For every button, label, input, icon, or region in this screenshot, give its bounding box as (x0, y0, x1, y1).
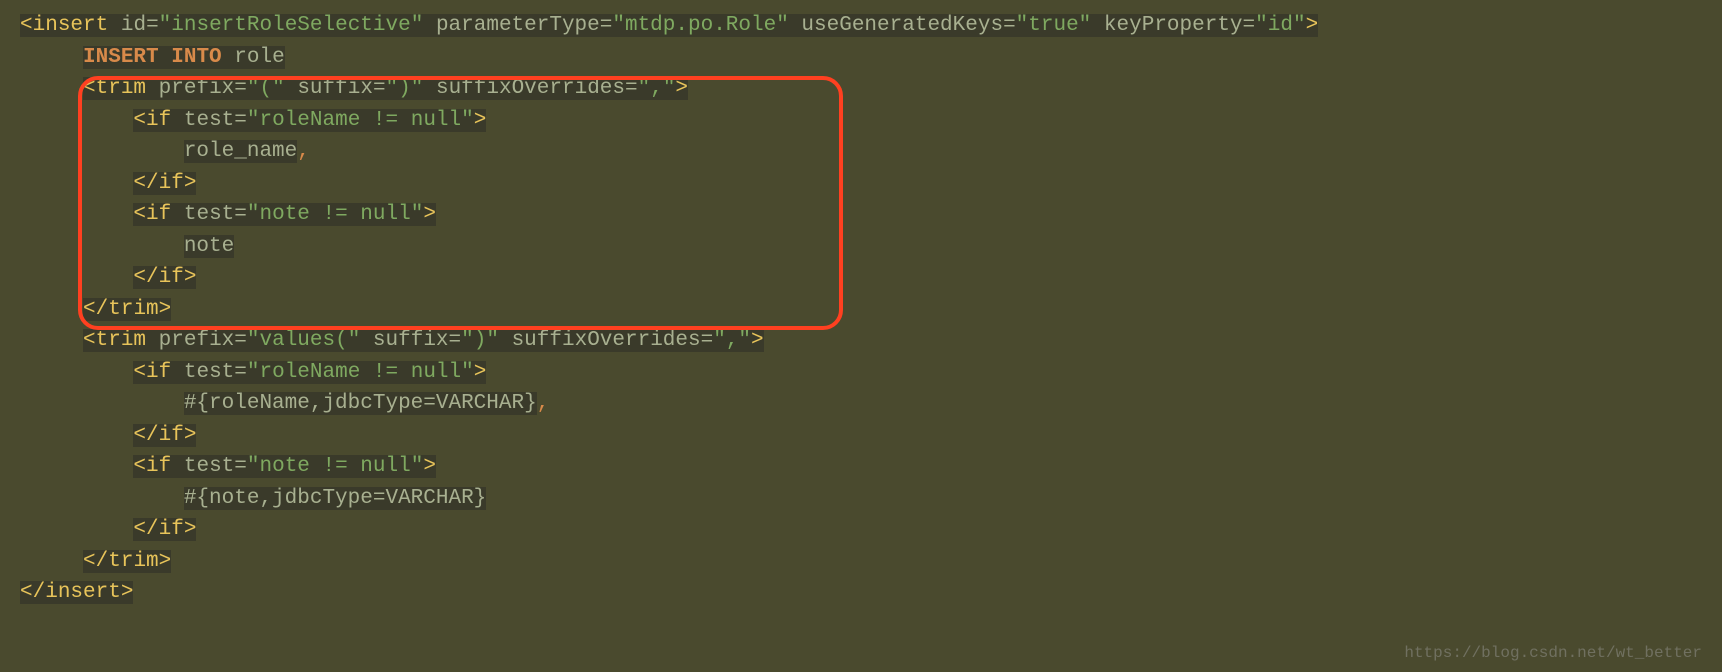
code-line: <if test="roleName != null"> (20, 105, 1702, 137)
tag-trim-close: trim (108, 298, 158, 321)
code-line: note (20, 231, 1702, 263)
attr-suffixoverrides: suffixOverrides (436, 77, 625, 100)
attr-suffix: suffix (297, 77, 373, 100)
attr-test: test (184, 455, 234, 478)
attr-test: test (184, 203, 234, 226)
param-note: #{note,jdbcType=VARCHAR} (184, 487, 486, 510)
attr-id: id (121, 14, 146, 37)
attr-suffixoverrides: suffixOverrides (512, 329, 701, 352)
tag-if: if (146, 203, 171, 226)
column-rolename: role_name (184, 140, 297, 163)
attr-prefix: prefix (159, 77, 235, 100)
code-line: <trim prefix="values(" suffix=")" suffix… (20, 325, 1702, 357)
code-line: role_name, (20, 136, 1702, 168)
tag-if: if (146, 109, 171, 132)
code-line: <if test="roleName != null"> (20, 357, 1702, 389)
sql-insert-keyword: INSERT (83, 46, 159, 69)
code-line: </if> (20, 168, 1702, 200)
attr-test: test (184, 361, 234, 384)
attr-keyproperty: keyProperty (1104, 14, 1243, 37)
attr-test: test (184, 109, 234, 132)
tag-trim: trim (96, 77, 146, 100)
code-line: #{note,jdbcType=VARCHAR} (20, 483, 1702, 515)
tag-if-close: if (159, 424, 184, 447)
tag-if-close: if (159, 172, 184, 195)
tag-trim: trim (96, 329, 146, 352)
tag-insert: insert (33, 14, 109, 37)
tag-trim-close: trim (108, 550, 158, 573)
code-line: </trim> (20, 546, 1702, 578)
code-line: INSERT INTO role (20, 42, 1702, 74)
sql-table-name: role (234, 46, 284, 69)
tag-if: if (146, 361, 171, 384)
attr-parametertype: parameterType (436, 14, 600, 37)
tag-insert-close: insert (45, 581, 121, 604)
tag-if: if (146, 455, 171, 478)
code-line: </if> (20, 262, 1702, 294)
tag-if-close: if (159, 266, 184, 289)
sql-into-keyword: INTO (171, 46, 221, 69)
code-line: </if> (20, 514, 1702, 546)
code-line: <if test="note != null"> (20, 199, 1702, 231)
attr-suffix: suffix (373, 329, 449, 352)
code-line: </trim> (20, 294, 1702, 326)
code-line: </insert> (20, 577, 1702, 609)
tag-if-close: if (159, 518, 184, 541)
code-line: <trim prefix="(" suffix=")" suffixOverri… (20, 73, 1702, 105)
watermark-text: https://blog.csdn.net/wt_better (1404, 644, 1702, 662)
param-rolename: #{roleName,jdbcType=VARCHAR} (184, 392, 537, 415)
attr-prefix: prefix (159, 329, 235, 352)
code-line: <if test="note != null"> (20, 451, 1702, 483)
code-line: </if> (20, 420, 1702, 452)
column-note: note (184, 235, 234, 258)
code-editor-content[interactable]: <insert id="insertRoleSelective" paramet… (20, 10, 1702, 609)
code-line: <insert id="insertRoleSelective" paramet… (20, 10, 1702, 42)
code-line: #{roleName,jdbcType=VARCHAR}, (20, 388, 1702, 420)
attr-usegeneratedkeys: useGeneratedKeys (801, 14, 1003, 37)
